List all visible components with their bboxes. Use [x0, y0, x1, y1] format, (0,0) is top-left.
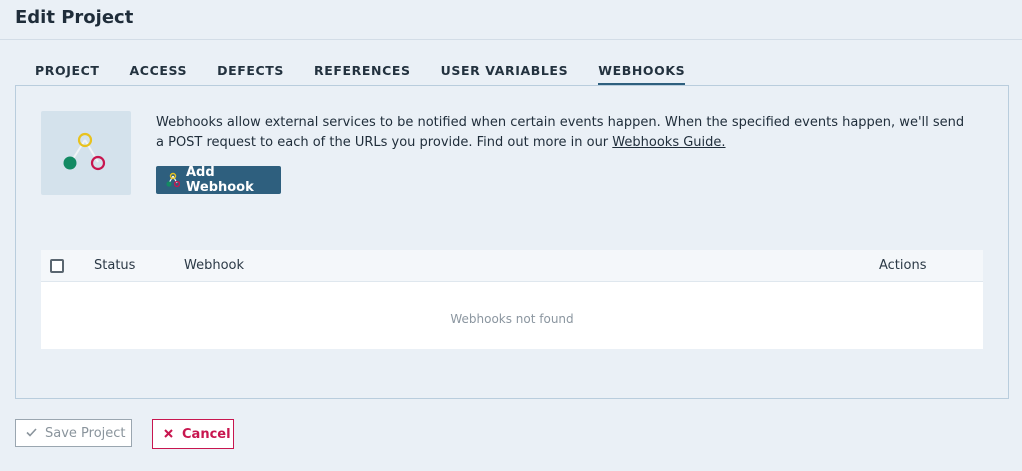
- cancel-button[interactable]: Cancel: [152, 419, 234, 449]
- tab-user-variables[interactable]: USER VARIABLES: [441, 58, 569, 86]
- webhooks-guide-link[interactable]: Webhooks Guide.: [612, 135, 725, 150]
- cancel-label: Cancel: [182, 426, 231, 442]
- webhook-icon: [63, 132, 106, 171]
- add-webhook-label: Add Webhook: [186, 165, 254, 195]
- empty-state-message: Webhooks not found: [450, 312, 574, 326]
- column-status[interactable]: Status: [94, 258, 135, 273]
- tab-references[interactable]: REFERENCES: [314, 58, 411, 86]
- webhook-small-icon: [166, 172, 180, 188]
- add-webhook-button[interactable]: Add Webhook: [156, 165, 281, 195]
- table-header: Status Webhook Actions: [41, 250, 983, 282]
- webhooks-intro: Webhooks allow external services to be n…: [156, 113, 976, 153]
- column-webhook[interactable]: Webhook: [184, 258, 244, 273]
- column-actions: Actions: [879, 258, 927, 273]
- tab-webhooks[interactable]: WEBHOOKS: [598, 58, 686, 86]
- page-title: Edit Project: [15, 7, 134, 28]
- tab-access[interactable]: ACCESS: [130, 58, 188, 86]
- tab-project[interactable]: PROJECT: [35, 58, 100, 86]
- page-header: Edit Project: [0, 0, 1022, 40]
- webhook-illustration: [41, 111, 131, 195]
- save-project-label: Save Project: [45, 425, 126, 441]
- webhooks-table: Status Webhook Actions Webhooks not foun…: [41, 250, 983, 349]
- save-project-button[interactable]: Save Project: [15, 419, 132, 447]
- webhooks-panel: Webhooks allow external services to be n…: [15, 85, 1009, 399]
- select-all-checkbox[interactable]: [50, 259, 64, 273]
- tab-defects[interactable]: DEFECTS: [217, 58, 284, 86]
- checkmark-icon: [26, 426, 37, 441]
- tab-bar: PROJECT ACCESS DEFECTS REFERENCES USER V…: [15, 58, 695, 86]
- close-icon: [164, 427, 173, 442]
- intro-text: Webhooks allow external services to be n…: [156, 115, 965, 150]
